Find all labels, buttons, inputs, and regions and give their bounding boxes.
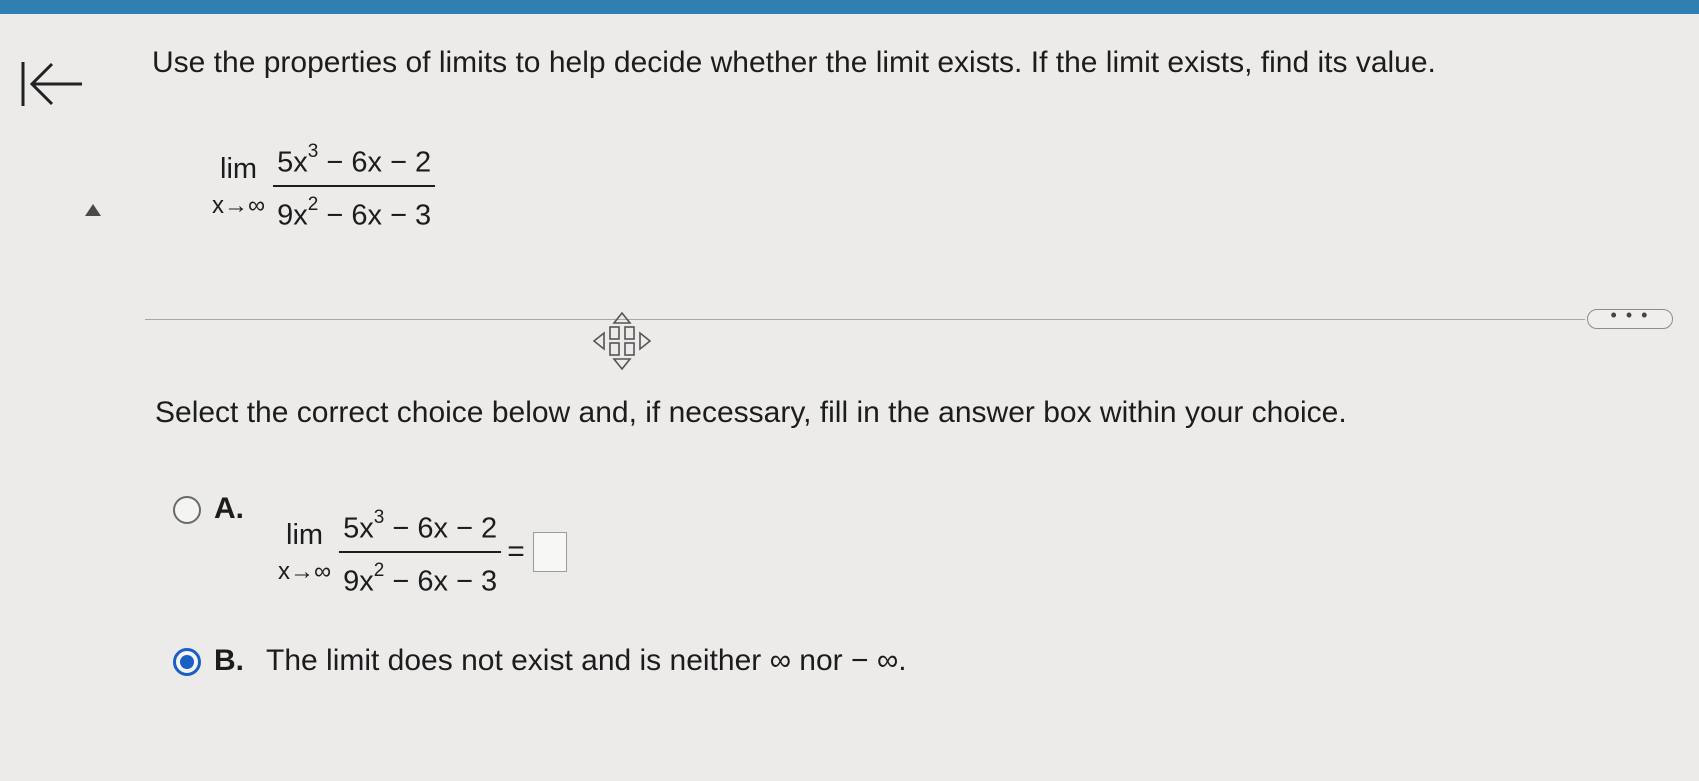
choice-b-letter: B. (214, 644, 244, 677)
answer-input-box[interactable] (532, 531, 567, 572)
denominator: 9x2 − 6x − 3 (277, 193, 432, 232)
choice-prompt: Select the correct choice below and, if … (155, 396, 1347, 429)
denominator: 9x2 − 6x − 3 (343, 559, 498, 598)
question-limit-expression: lim x→∞ 5x3 − 6x − 2 9x2 − 6x − 3 (212, 138, 436, 233)
question-instruction: Use the properties of limits to help dec… (152, 46, 1436, 79)
choice-a-letter: A. (214, 492, 244, 525)
back-arrow-icon[interactable] (18, 54, 88, 114)
choice-a-limit-expression: lim x→∞ 5x3 − 6x − 2 9x2 − 6x − 3 = (278, 504, 567, 599)
numerator: 5x3 − 6x − 2 (277, 141, 432, 179)
top-bar (0, 0, 1699, 14)
lim-operator: lim x→∞ (212, 152, 265, 220)
collapse-triangle-icon[interactable] (84, 203, 102, 217)
lim-subscript: x→∞ (278, 557, 332, 585)
lim-word: lim (220, 152, 258, 185)
fraction-bar (339, 550, 502, 553)
more-options-button[interactable]: • • • (1587, 306, 1673, 329)
numerator: 5x3 − 6x − 2 (343, 507, 498, 545)
lim-operator: lim x→∞ (278, 518, 331, 586)
equals-sign: = (507, 534, 525, 568)
fraction-bar (273, 184, 436, 187)
move-cursor-icon (592, 311, 652, 371)
lim-subscript: x→∞ (212, 191, 266, 219)
fraction: 5x3 − 6x − 2 9x2 − 6x − 3 (339, 504, 502, 599)
choice-a-radio[interactable] (173, 496, 201, 524)
section-divider (145, 319, 1585, 320)
choice-b-text: The limit does not exist and is neither … (266, 644, 907, 677)
choice-b-radio[interactable] (173, 648, 201, 676)
lim-word: lim (286, 518, 324, 551)
fraction: 5x3 − 6x − 2 9x2 − 6x − 3 (273, 138, 436, 233)
